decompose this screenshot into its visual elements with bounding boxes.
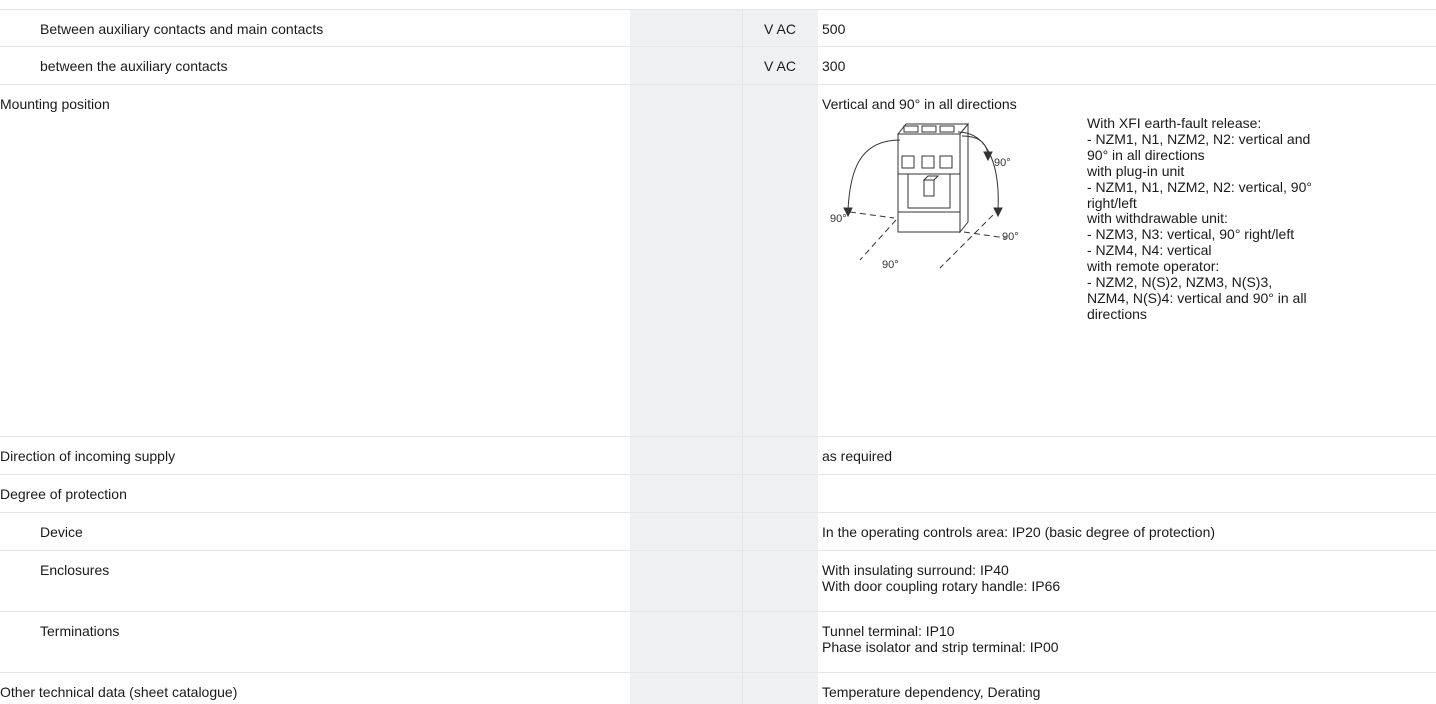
- spec-value: 300: [822, 58, 846, 74]
- diagram-label-90-right: 90°: [1002, 231, 1019, 243]
- diagram-label-90-left: 90°: [830, 213, 847, 225]
- spec-row: Device In the operating controls area: I…: [0, 513, 1436, 551]
- spec-value: With insulating surround: IP40 With door…: [822, 562, 1061, 594]
- spec-label: Other technical data (sheet catalogue): [0, 684, 238, 700]
- spec-unit: V AC: [764, 58, 796, 74]
- spec-label: Between auxiliary contacts and main cont…: [40, 21, 324, 37]
- spec-row: Terminations Tunnel terminal: IP10 Phase…: [0, 612, 1436, 673]
- diagram-label-90-bottom: 90°: [882, 259, 899, 271]
- spec-row: Enclosures With insulating surround: IP4…: [0, 551, 1436, 612]
- spec-row: Direction of incoming supply as required: [0, 437, 1436, 475]
- spec-value: Vertical and 90° in all directions: [822, 96, 1017, 112]
- spec-row: Degree of protection: [0, 475, 1436, 513]
- spec-value: In the operating controls area: IP20 (ba…: [822, 524, 1216, 540]
- mounting-notes: With XFI earth-fault release: - NZM1, N1…: [1087, 115, 1312, 322]
- spec-label: Enclosures: [40, 562, 110, 578]
- spec-value: as required: [822, 448, 893, 464]
- spec-sheet: Between auxiliary contacts and main cont…: [0, 0, 1436, 704]
- diagram-label-90-top-right: 90°: [994, 157, 1011, 169]
- spec-label: between the auxiliary contacts: [40, 58, 228, 74]
- spec-value: Temperature dependency, Derating: [822, 684, 1041, 700]
- spec-label: Device: [40, 524, 83, 540]
- spec-label: Degree of protection: [0, 486, 127, 502]
- spec-row: Between auxiliary contacts and main cont…: [0, 10, 1436, 47]
- spec-row: Other technical data (sheet catalogue) T…: [0, 673, 1436, 704]
- spec-value: Tunnel terminal: IP10 Phase isolator and…: [822, 623, 1059, 655]
- spec-row: between the auxiliary contacts V AC 300: [0, 47, 1436, 85]
- mounting-position-diagram-icon: 90° 90° 90° 90°: [830, 122, 1019, 271]
- spec-value: 500: [822, 21, 846, 37]
- spec-label: Mounting position: [0, 96, 110, 112]
- spec-label: Terminations: [40, 623, 120, 639]
- spec-unit: V AC: [764, 21, 796, 37]
- spec-label: Direction of incoming supply: [0, 448, 176, 464]
